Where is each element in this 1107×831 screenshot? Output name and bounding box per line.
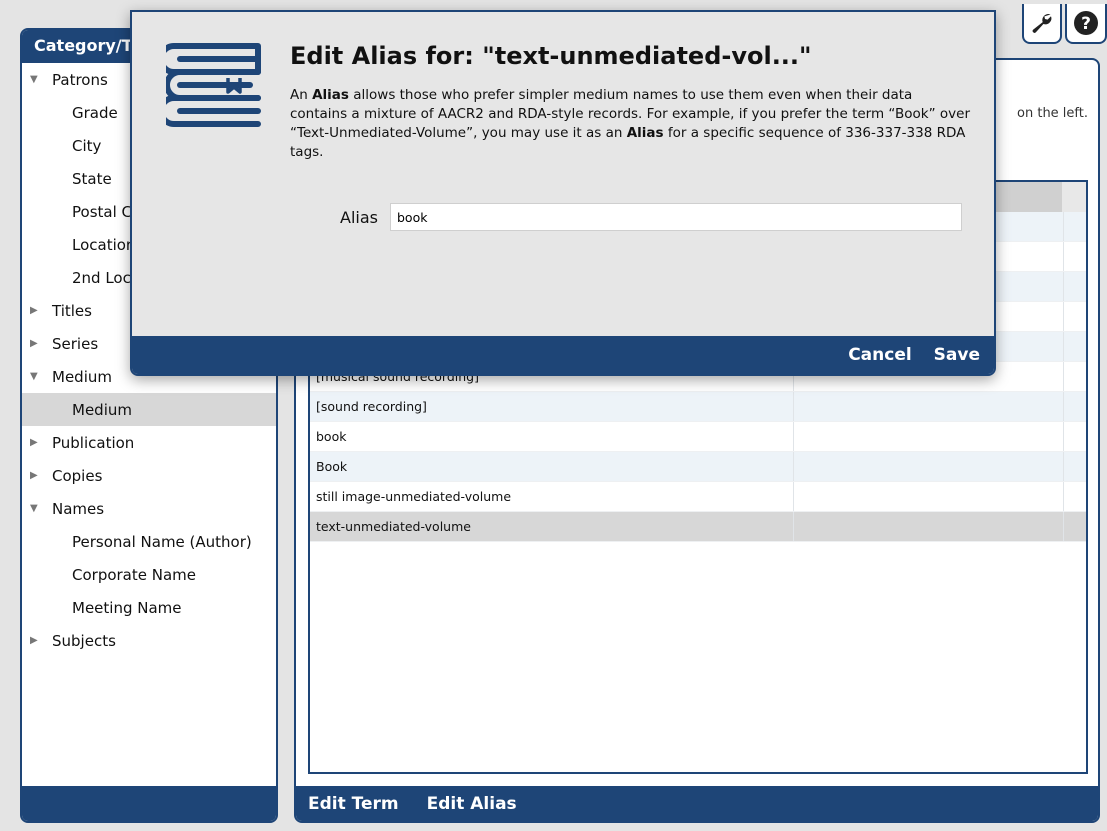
term-cell: Book bbox=[310, 452, 794, 481]
disclosure-open-icon[interactable]: ▼ bbox=[30, 74, 52, 85]
table-row[interactable]: still image-unmediated-volume bbox=[310, 482, 1086, 512]
sidebar-footer bbox=[22, 786, 276, 821]
edit-alias-dialog: Edit Alias for: "text-unmediated-vol..."… bbox=[130, 10, 996, 376]
disclosure-closed-icon[interactable]: ▶ bbox=[30, 305, 52, 316]
sidebar-item-label: Meeting Name bbox=[72, 598, 182, 617]
sidebar-item[interactable]: Medium bbox=[22, 393, 276, 426]
sidebar-item-label: Subjects bbox=[52, 631, 116, 650]
sidebar-item-label: Medium bbox=[52, 367, 112, 386]
alias-cell bbox=[794, 512, 1064, 541]
sidebar-item-label: State bbox=[72, 169, 112, 188]
alias-cell bbox=[794, 422, 1064, 451]
books-icon bbox=[166, 43, 261, 127]
term-cell: still image-unmediated-volume bbox=[310, 482, 794, 511]
wrench-icon bbox=[1032, 14, 1052, 33]
sidebar-item[interactable]: ▶ Copies bbox=[22, 459, 276, 492]
table-row[interactable]: book bbox=[310, 422, 1086, 452]
sidebar-item-label: City bbox=[72, 136, 102, 155]
sidebar-item[interactable]: Personal Name (Author) bbox=[22, 525, 276, 558]
sidebar-item-label: Publication bbox=[52, 433, 135, 452]
save-button[interactable]: Save bbox=[934, 345, 980, 365]
sidebar-item-label: 2nd Loc bbox=[72, 268, 131, 287]
sidebar-item-label: Postal C bbox=[72, 202, 132, 221]
term-cell: book bbox=[310, 422, 794, 451]
sidebar-item[interactable]: Corporate Name bbox=[22, 558, 276, 591]
sidebar-item[interactable]: ▶ Publication bbox=[22, 426, 276, 459]
sidebar-item-label: Locatior bbox=[72, 235, 133, 254]
dialog-footer: Cancel Save bbox=[132, 336, 994, 374]
term-cell: [sound recording] bbox=[310, 392, 794, 421]
disclosure-closed-icon[interactable]: ▶ bbox=[30, 338, 52, 349]
sidebar-item-label: Series bbox=[52, 334, 99, 353]
disclosure-closed-icon[interactable]: ▶ bbox=[30, 470, 52, 481]
sidebar-item-label: Copies bbox=[52, 466, 103, 485]
dialog-description: An Alias allows those who prefer simpler… bbox=[290, 87, 970, 160]
help-button[interactable]: ? bbox=[1065, 4, 1107, 44]
sidebar-item-label: Corporate Name bbox=[72, 565, 197, 584]
table-row[interactable]: text-unmediated-volume bbox=[310, 512, 1086, 542]
question-circle-icon: ? bbox=[1074, 11, 1098, 35]
sidebar-item-label: Names bbox=[52, 499, 105, 518]
panel-hint: on the left. bbox=[1017, 106, 1088, 121]
alias-label: Alias bbox=[340, 208, 378, 227]
svg-text:?: ? bbox=[1081, 14, 1091, 34]
panel-footer: Edit Term Edit Alias bbox=[296, 786, 1098, 821]
edit-alias-button[interactable]: Edit Alias bbox=[427, 794, 517, 814]
term-cell: text-unmediated-volume bbox=[310, 512, 794, 541]
sidebar-item-label: Titles bbox=[52, 301, 92, 320]
sidebar-item-label: Grade bbox=[72, 103, 118, 122]
sidebar-item[interactable]: ▶ Subjects bbox=[22, 624, 276, 657]
disclosure-closed-icon[interactable]: ▶ bbox=[30, 437, 52, 448]
table-row[interactable]: Book bbox=[310, 452, 1086, 482]
sidebar-item-label: Personal Name (Author) bbox=[72, 532, 252, 551]
disclosure-closed-icon[interactable]: ▶ bbox=[30, 635, 52, 646]
sidebar-item[interactable]: Meeting Name bbox=[22, 591, 276, 624]
table-row[interactable]: [sound recording] bbox=[310, 392, 1086, 422]
settings-button[interactable] bbox=[1022, 4, 1062, 44]
sidebar-item-label: Patrons bbox=[52, 70, 108, 89]
alias-cell bbox=[794, 482, 1064, 511]
alias-cell bbox=[794, 392, 1064, 421]
dialog-title: Edit Alias for: "text-unmediated-vol..." bbox=[290, 42, 812, 70]
sidebar-item[interactable]: ▼ Names bbox=[22, 492, 276, 525]
disclosure-open-icon[interactable]: ▼ bbox=[30, 371, 52, 382]
alias-input[interactable] bbox=[390, 203, 962, 231]
alias-cell bbox=[794, 452, 1064, 481]
edit-term-button[interactable]: Edit Term bbox=[308, 794, 399, 814]
cancel-button[interactable]: Cancel bbox=[848, 345, 911, 365]
sidebar-item-label: Medium bbox=[72, 400, 132, 419]
disclosure-open-icon[interactable]: ▼ bbox=[30, 503, 52, 514]
